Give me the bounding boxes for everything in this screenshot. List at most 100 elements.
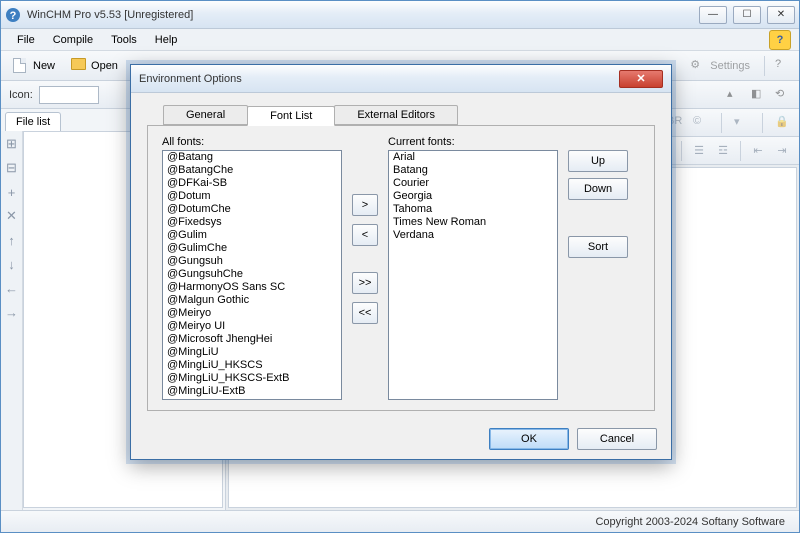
tab-general[interactable]: General xyxy=(163,105,248,125)
font-item[interactable]: @MingLiU xyxy=(163,346,341,359)
separator xyxy=(721,113,722,133)
move-down-icon[interactable]: ↓ xyxy=(5,257,19,271)
menu-file[interactable]: File xyxy=(9,32,43,48)
tab-file-list[interactable]: File list xyxy=(5,112,61,131)
font-item[interactable]: @Fixedsys xyxy=(163,216,341,229)
settings-button[interactable]: ⚙ Settings xyxy=(686,56,754,76)
maximize-button[interactable]: ☐ xyxy=(733,6,761,24)
font-item[interactable]: @HarmonyOS Sans SC xyxy=(163,281,341,294)
sort-button[interactable]: Sort xyxy=(568,236,628,258)
font-item[interactable]: @Gungsuh xyxy=(163,255,341,268)
move-up-icon[interactable]: ↑ xyxy=(5,233,19,247)
copyright-icon[interactable]: © xyxy=(693,115,709,131)
font-item[interactable]: Batang xyxy=(389,164,557,177)
new-button[interactable]: New xyxy=(9,56,59,76)
font-item[interactable]: Courier xyxy=(389,177,557,190)
font-item[interactable]: @Dotum xyxy=(163,190,341,203)
all-fonts-label: All fonts: xyxy=(162,136,342,148)
add-font-button[interactable]: > xyxy=(352,194,378,216)
minimize-button[interactable]: — xyxy=(699,6,727,24)
tree-collapse-icon[interactable]: ⊟ xyxy=(5,161,19,175)
tag-icon[interactable]: ◧ xyxy=(751,87,767,103)
font-item[interactable]: @Microsoft JhengHei xyxy=(163,333,341,346)
font-item[interactable]: @Malgun Gothic xyxy=(163,294,341,307)
refresh-icon[interactable]: ⟲ xyxy=(775,87,791,103)
dialog-footer: OK Cancel xyxy=(131,419,671,459)
environment-options-dialog: Environment Options ✕ General Font List … xyxy=(130,64,672,460)
window-title: WinCHM Pro v5.53 [Unregistered] xyxy=(27,9,699,21)
font-item[interactable]: Tahoma xyxy=(389,203,557,216)
indent-icon[interactable]: → xyxy=(5,305,19,319)
cancel-button[interactable]: Cancel xyxy=(577,428,657,450)
font-item[interactable]: @MingLiU_HKSCS xyxy=(163,359,341,372)
down-button[interactable]: Down xyxy=(568,178,628,200)
status-bar: Copyright 2003-2024 Softany Software xyxy=(1,510,799,532)
font-item[interactable]: @Gulim xyxy=(163,229,341,242)
font-item[interactable]: @MingLiU_HKSCS-ExtB xyxy=(163,372,341,385)
gear-icon: ⚙ xyxy=(690,58,706,74)
font-item[interactable]: @DotumChe xyxy=(163,203,341,216)
copyright-text: Copyright 2003-2024 Softany Software xyxy=(595,516,785,528)
menu-compile[interactable]: Compile xyxy=(45,32,101,48)
help-toolbar-icon[interactable]: ? xyxy=(775,58,791,74)
menu-help[interactable]: Help xyxy=(147,32,186,48)
font-item[interactable]: @BatangChe xyxy=(163,164,341,177)
add-all-fonts-button[interactable]: >> xyxy=(352,272,378,294)
font-item[interactable]: Georgia xyxy=(389,190,557,203)
separator xyxy=(764,56,765,76)
document-icon xyxy=(13,58,29,74)
indent-format-icon[interactable]: ⇥ xyxy=(773,142,791,160)
menubar: File Compile Tools Help ? xyxy=(1,29,799,51)
font-item[interactable]: @Meiryo xyxy=(163,307,341,320)
font-list-pane: All fonts: @Batang@BatangChe@DFKai-SB@Do… xyxy=(147,125,655,411)
icon-input[interactable] xyxy=(39,86,99,104)
bookmark-icon[interactable]: ▴ xyxy=(727,87,743,103)
lock-icon[interactable]: 🔒 xyxy=(775,115,791,131)
dialog-titlebar: Environment Options ✕ xyxy=(131,65,671,93)
menu-tools[interactable]: Tools xyxy=(103,32,145,48)
font-item[interactable]: @GulimChe xyxy=(163,242,341,255)
separator xyxy=(740,141,741,161)
folder-icon xyxy=(71,58,87,74)
dialog-close-button[interactable]: ✕ xyxy=(619,70,663,88)
dropdown-icon[interactable]: ▾ xyxy=(734,115,750,131)
settings-label: Settings xyxy=(710,60,750,72)
font-item[interactable]: Verdana xyxy=(389,229,557,242)
separator xyxy=(681,141,682,161)
font-item[interactable]: Times New Roman xyxy=(389,216,557,229)
tree-expand-icon[interactable]: ⊞ xyxy=(5,137,19,151)
tab-external-editors[interactable]: External Editors xyxy=(334,105,458,125)
outdent-format-icon[interactable]: ⇤ xyxy=(749,142,767,160)
svg-text:?: ? xyxy=(10,10,17,22)
remove-font-button[interactable]: < xyxy=(352,224,378,246)
side-toolbar: ⊞ ⊟ + ✕ ↑ ↓ ← → xyxy=(1,131,23,510)
list-number-icon[interactable]: ☲ xyxy=(714,142,732,160)
close-button[interactable]: ✕ xyxy=(767,6,795,24)
font-item[interactable]: @GungsuhChe xyxy=(163,268,341,281)
separator xyxy=(762,113,763,133)
open-button[interactable]: Open xyxy=(67,56,122,76)
up-button[interactable]: Up xyxy=(568,150,628,172)
app-icon: ? xyxy=(5,7,21,23)
all-fonts-listbox[interactable]: @Batang@BatangChe@DFKai-SB@Dotum@DotumCh… xyxy=(162,150,342,400)
icon-label: Icon: xyxy=(9,89,33,101)
help-icon[interactable]: ? xyxy=(769,30,791,50)
dialog-tabs: General Font List External Editors xyxy=(147,103,655,125)
remove-all-fonts-button[interactable]: << xyxy=(352,302,378,324)
open-label: Open xyxy=(91,60,118,72)
ok-button[interactable]: OK xyxy=(489,428,569,450)
current-fonts-label: Current fonts: xyxy=(388,136,558,148)
font-item[interactable]: @DFKai-SB xyxy=(163,177,341,190)
new-label: New xyxy=(33,60,55,72)
current-fonts-listbox[interactable]: ArialBatangCourierGeorgiaTahomaTimes New… xyxy=(388,150,558,400)
add-icon[interactable]: + xyxy=(5,185,19,199)
font-item[interactable]: Arial xyxy=(389,151,557,164)
list-bullet-icon[interactable]: ☰ xyxy=(690,142,708,160)
outdent-icon[interactable]: ← xyxy=(5,281,19,295)
tab-font-list[interactable]: Font List xyxy=(247,106,335,126)
font-item[interactable]: @Meiryo UI xyxy=(163,320,341,333)
dialog-title: Environment Options xyxy=(139,73,619,85)
font-item[interactable]: @MingLiU-ExtB xyxy=(163,385,341,398)
font-item[interactable]: @Batang xyxy=(163,151,341,164)
delete-icon[interactable]: ✕ xyxy=(5,209,19,223)
